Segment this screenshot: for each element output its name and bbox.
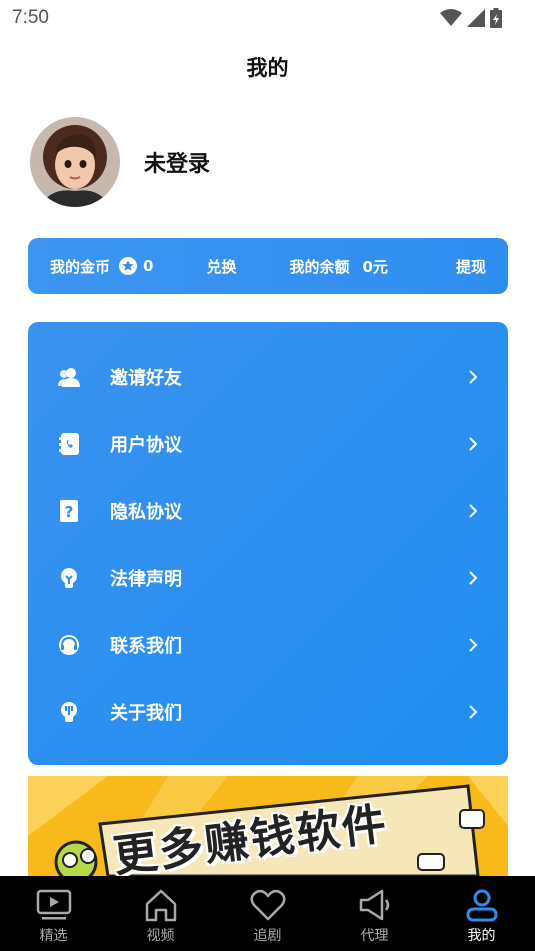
coins-label: 我的金币 [50, 257, 111, 276]
menu-item-label: 隐私协议 [110, 501, 182, 523]
promo-banner[interactable]: 更多赚钱软件 [28, 776, 508, 876]
menu-item-legal-notice[interactable]: 法律声明 [28, 544, 508, 611]
chevron-right-icon [469, 503, 478, 518]
wifi-icon [440, 9, 462, 26]
coins-section[interactable]: 我的金币 0 [50, 256, 153, 277]
username-label[interactable]: 未登录 [144, 146, 210, 178]
page-title: 我的 [246, 56, 289, 80]
wallet-bar: 我的金币 0 兑换 我的余额 0元 提现 [28, 238, 508, 294]
withdraw-button[interactable]: 提现 [456, 256, 486, 277]
menu-item-about-us[interactable]: 关于我们 [28, 678, 508, 745]
contact-book-icon [58, 432, 80, 455]
question-icon: ? [58, 499, 80, 522]
tab-agent[interactable]: 代理 [321, 876, 428, 951]
menu-item-invite-friends[interactable]: 邀请好友 [28, 343, 508, 410]
menu-item-label: 关于我们 [110, 702, 182, 724]
chevron-right-icon [469, 637, 478, 652]
play-screen-icon [35, 886, 73, 924]
menu-item-label: 邀请好友 [110, 367, 182, 389]
avatar[interactable] [30, 117, 120, 207]
tab-follow-dramas[interactable]: 追剧 [214, 876, 321, 951]
chevron-right-icon [469, 369, 478, 384]
balance-value: 0元 [362, 257, 388, 276]
exchange-button[interactable]: 兑换 [206, 256, 236, 277]
battery-icon [490, 8, 502, 28]
status-bar: 7:50 [0, 0, 535, 36]
tab-video[interactable]: 视频 [107, 876, 214, 951]
megaphone-icon [356, 886, 394, 924]
menu-item-user-agreement[interactable]: 用户协议 [28, 410, 508, 477]
coin-star-icon [119, 257, 138, 275]
menu-item-label: 法律声明 [110, 568, 182, 590]
chevron-right-icon [469, 704, 478, 719]
menu-item-privacy-agreement[interactable]: ? 隐私协议 [28, 477, 508, 544]
svg-text:?: ? [65, 503, 74, 521]
tab-label: 我的 [467, 928, 496, 944]
bottom-tab-bar: 精选 视频 追剧 代理 我的 [0, 876, 535, 951]
info-bulb-icon [58, 701, 80, 723]
menu-card: 邀请好友 用户协议 ? 隐私协议 法律声明 联系我们 关于我们 [28, 322, 508, 765]
tab-label: 视频 [146, 928, 175, 944]
menu-item-label: 联系我们 [110, 635, 182, 657]
chevron-right-icon [469, 436, 478, 451]
headset-icon [58, 634, 80, 656]
tab-label: 精选 [39, 928, 68, 944]
bulb-icon [58, 567, 80, 589]
tab-label: 追剧 [253, 928, 282, 944]
home-icon [142, 886, 180, 924]
tab-mine[interactable]: 我的 [428, 876, 535, 951]
coins-value: 0 [143, 257, 154, 275]
menu-item-label: 用户协议 [110, 434, 182, 456]
tab-label: 代理 [360, 928, 389, 944]
heart-icon [249, 886, 287, 924]
balance-label: 我的余额 [289, 257, 350, 276]
chevron-right-icon [469, 570, 478, 585]
cell-signal-icon [467, 9, 485, 27]
status-time: 7:50 [12, 7, 49, 28]
menu-item-contact-us[interactable]: 联系我们 [28, 611, 508, 678]
users-icon [58, 366, 80, 388]
profile-header[interactable]: 未登录 [30, 117, 210, 207]
status-icons [440, 8, 502, 28]
user-icon [463, 886, 501, 924]
tab-featured[interactable]: 精选 [0, 876, 107, 951]
